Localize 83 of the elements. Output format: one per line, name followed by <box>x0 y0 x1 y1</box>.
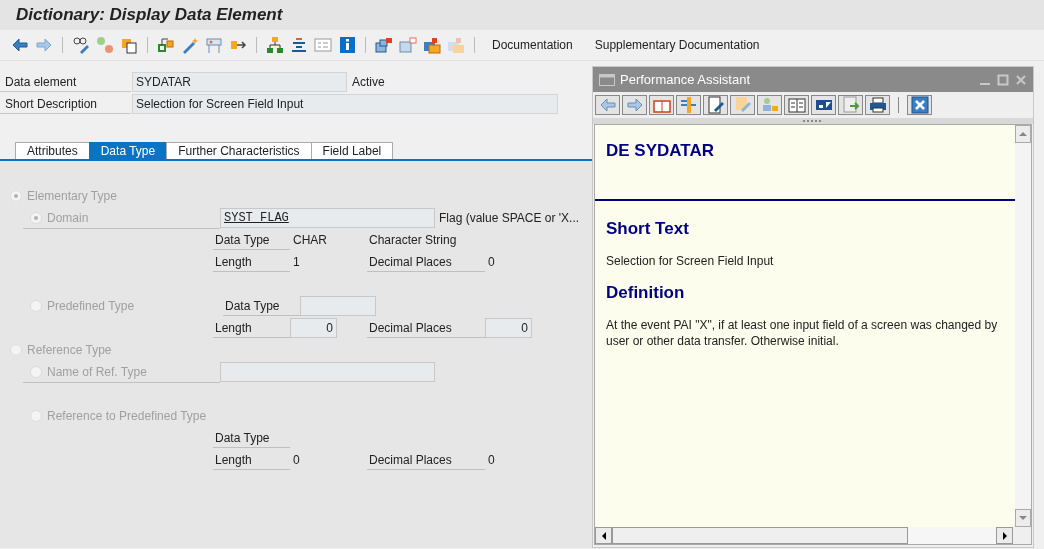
info-icon[interactable] <box>338 36 356 54</box>
option-label: Name of Ref. Type <box>47 364 147 379</box>
description-text: Flag (value SPACE or 'X... <box>439 211 580 225</box>
option-label: Predefined Type <box>47 299 135 313</box>
book-button[interactable] <box>649 95 674 115</box>
back-arrow-icon[interactable] <box>11 36 29 54</box>
option-label: Reference to Predefined Type <box>47 409 207 423</box>
screen-title: Dictionary: Display Data Element <box>16 5 283 25</box>
document-arrow-icon <box>841 96 860 114</box>
circles-icon[interactable] <box>96 36 114 54</box>
status-text: Active <box>352 75 385 89</box>
form-icon[interactable] <box>314 36 332 54</box>
document-heading: DE SYDATAR <box>606 141 715 161</box>
printer-button[interactable] <box>865 95 890 115</box>
section-text: Selection for Screen Field Input <box>606 253 775 269</box>
tool-button[interactable] <box>676 95 701 115</box>
option-label: Reference Type <box>27 343 112 357</box>
horizontal-scrollbar[interactable] <box>595 527 1013 544</box>
align-center-icon[interactable] <box>290 36 308 54</box>
section-text: At the event PAI "X", if at least one input field of a screen was changed by user or other data transfer. Otherwise initial. <box>606 317 999 349</box>
input-field[interactable]: SYDATAR <box>132 72 347 92</box>
close-button[interactable] <box>907 95 932 115</box>
scroll-down-icon[interactable] <box>1019 516 1027 520</box>
person-key-icon <box>760 96 779 114</box>
window-square-icon[interactable] <box>399 36 417 54</box>
vertical-scrollbar[interactable] <box>1015 125 1031 527</box>
field-label: Data element <box>0 72 131 92</box>
forward-arrow-icon <box>625 96 644 114</box>
forward-arrow-button[interactable] <box>622 95 647 115</box>
field-label: Short Description <box>0 94 131 114</box>
scroll-right-icon[interactable] <box>1002 531 1007 540</box>
option-label: Domain <box>47 210 89 225</box>
copy-icon[interactable] <box>120 36 138 54</box>
connected-squares-icon[interactable] <box>157 36 175 54</box>
window-title: Performance Assistant <box>620 72 752 87</box>
book-button[interactable] <box>784 95 809 115</box>
back-arrow-icon <box>598 96 617 114</box>
table-icon[interactable] <box>205 36 223 54</box>
stacked-windows-icon[interactable] <box>375 36 393 54</box>
field-label: Decimal Places <box>367 252 485 272</box>
tab[interactable]: Further Characteristics <box>166 142 312 159</box>
field-label: Data Type <box>213 428 290 448</box>
splitter-handle-icon[interactable] <box>803 119 823 123</box>
printer-icon <box>868 96 887 114</box>
field-label: Data Type <box>213 230 290 250</box>
option-label: Elementary Type <box>27 189 117 203</box>
field-label: Length <box>213 252 290 272</box>
person-key-button[interactable] <box>757 95 782 115</box>
forward-arrow-icon[interactable] <box>35 36 53 54</box>
magic-wand-icon[interactable] <box>181 36 199 54</box>
value-text: 0 <box>487 453 496 467</box>
description-text: Character String <box>368 233 458 247</box>
close-icon[interactable] <box>1015 73 1027 86</box>
book-icon <box>787 96 806 114</box>
edit-icon <box>706 96 725 114</box>
section-heading: Definition <box>606 283 686 303</box>
section-heading: Short Text <box>606 219 690 239</box>
tab[interactable]: Field Label <box>310 142 394 159</box>
edit-button[interactable] <box>703 95 728 115</box>
documentation-button[interactable]: Supplementary Documentation <box>586 38 768 52</box>
hierarchy-icon[interactable] <box>266 36 284 54</box>
maximize-icon[interactable] <box>997 73 1009 86</box>
input-field[interactable]: Selection for Screen Field Input <box>132 94 558 114</box>
glasses-pencil-icon[interactable] <box>72 36 90 54</box>
tool-icon <box>679 96 698 114</box>
field-label: Decimal Places <box>367 450 485 470</box>
input-field[interactable] <box>300 296 376 316</box>
tab[interactable]: Attributes <box>15 142 90 159</box>
window-icon <box>599 73 615 86</box>
field-label: Length <box>213 450 290 470</box>
tab[interactable]: Data Type <box>88 142 168 159</box>
value-text: CHAR <box>292 233 328 247</box>
window-square-icon[interactable] <box>423 36 441 54</box>
documentation-button[interactable]: Documentation <box>484 38 581 52</box>
close-icon <box>910 96 929 114</box>
value-text: 1 <box>292 255 301 269</box>
value-text: 0 <box>292 453 301 467</box>
edit-icon <box>733 96 752 114</box>
input-field[interactable] <box>220 362 435 382</box>
back-arrow-button[interactable] <box>595 95 620 115</box>
scroll-up-icon[interactable] <box>1019 132 1027 136</box>
value-text: 0 <box>487 255 496 269</box>
scroll-left-icon[interactable] <box>601 531 606 540</box>
